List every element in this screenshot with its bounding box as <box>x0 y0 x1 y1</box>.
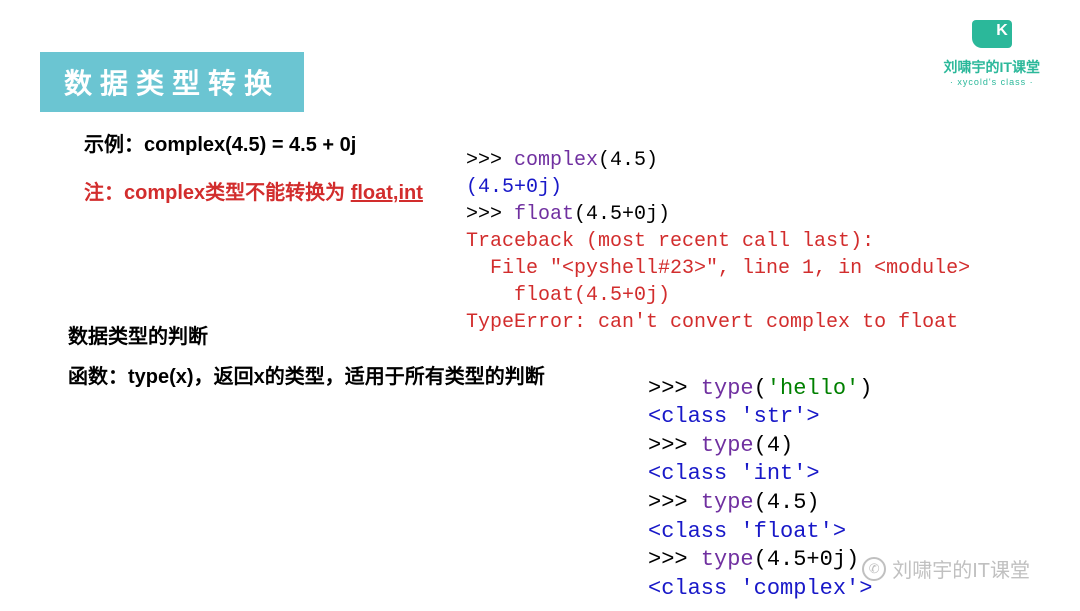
traceback-line: File <box>466 257 550 280</box>
fn-name: type <box>701 433 754 458</box>
traceback-line: Traceback (most recent call last): <box>466 230 874 253</box>
output-value: <class 'int'> <box>648 461 820 486</box>
prompt: >>> <box>648 433 701 458</box>
code-block-type: >>> type('hello') <class 'str'> >>> type… <box>648 346 872 603</box>
prompt: >>> <box>648 376 701 401</box>
prompt: >>> <box>466 149 514 172</box>
fn-name: type <box>701 490 754 515</box>
fn-name: complex <box>514 149 598 172</box>
paren: ) <box>859 376 872 401</box>
logo-subtitle: · xycold's class · <box>944 77 1040 87</box>
note-prefix: 注：complex类型不能转换为 <box>84 182 351 204</box>
watermark: ✆ 刘啸宇的IT课堂 <box>862 554 1030 583</box>
logo-icon <box>972 20 1012 48</box>
prompt: >>> <box>466 203 514 226</box>
section-heading: 数据类型的判断 <box>68 320 208 349</box>
fn-args: (4.5+0j) <box>754 547 860 572</box>
fn-args: (4) <box>754 433 794 458</box>
paren: ( <box>754 376 767 401</box>
logo-title: 刘啸宇的IT课堂 <box>944 57 1040 77</box>
prompt: >>> <box>648 547 701 572</box>
fn-name: type <box>701 547 754 572</box>
page-title: 数据类型转换 <box>40 52 304 112</box>
wechat-icon: ✆ <box>862 557 886 581</box>
traceback-line: float(4.5+0j) <box>466 284 670 307</box>
output-value: <class 'float'> <box>648 519 846 544</box>
watermark-text: 刘啸宇的IT课堂 <box>892 554 1030 583</box>
brand-logo: 刘啸宇的IT课堂 · xycold's class · <box>944 20 1040 87</box>
fn-name: float <box>514 203 574 226</box>
fn-args: (4.5) <box>598 149 658 172</box>
output-value: <class 'str'> <box>648 404 820 429</box>
prompt: >>> <box>648 490 701 515</box>
fn-name: type <box>701 376 754 401</box>
example-text: 示例：complex(4.5) = 4.5 + 0j <box>84 128 356 157</box>
fn-args: (4.5+0j) <box>574 203 670 226</box>
error-line: TypeError: can't convert complex to floa… <box>466 311 958 334</box>
output-value: <class 'complex'> <box>648 576 872 601</box>
fn-args: (4.5) <box>754 490 820 515</box>
note-underlined: float,int <box>351 182 423 204</box>
note-text: 注：complex类型不能转换为 float,int <box>84 176 423 205</box>
function-desc: 函数：type(x)，返回x的类型，适用于所有类型的判断 <box>68 360 545 389</box>
output-value: (4.5+0j) <box>466 176 562 199</box>
traceback-line: , line 1, in <module> <box>718 257 970 280</box>
traceback-file: "<pyshell#23>" <box>550 257 718 280</box>
string-literal: 'hello' <box>767 376 859 401</box>
code-block-complex: >>> complex(4.5) (4.5+0j) >>> float(4.5+… <box>466 120 970 336</box>
